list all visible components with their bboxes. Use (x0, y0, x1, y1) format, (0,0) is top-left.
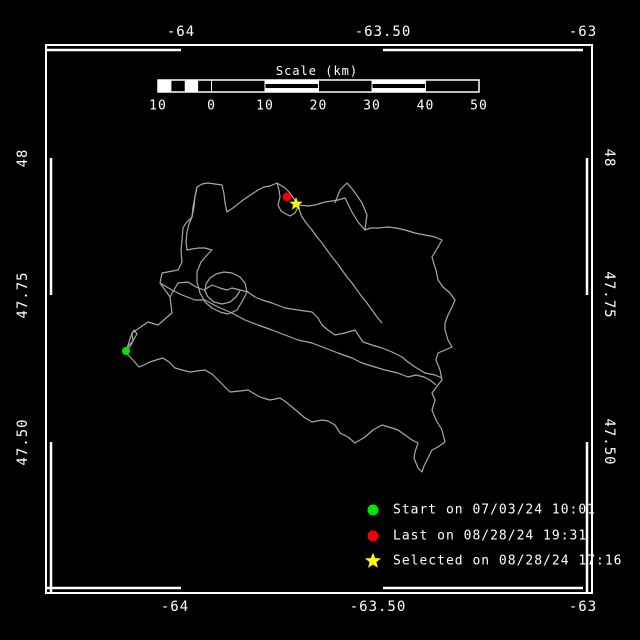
lat-label-right-48: 48 (601, 148, 617, 168)
scalebar-subcell (158, 80, 172, 92)
scalebar-tick-20: 20 (309, 98, 328, 114)
lon-label-bottom-64: -64 (160, 599, 190, 615)
lat-label-right-4750: 47.50 (601, 418, 617, 466)
scalebar-subcell (184, 80, 199, 92)
tracking-map-screen: -64 -63.50 -63 -64 -63.50 -63 48 47.75 4… (0, 0, 640, 640)
scalebar-tick-10: 10 (256, 98, 274, 114)
lat-label-left-4775: 47.75 (15, 271, 31, 319)
legend-marker-0 (367, 504, 379, 516)
lat-label-left-4750: 47.50 (15, 418, 31, 466)
legend-selected-label: Selected on 08/28/24 17:16 (393, 553, 623, 569)
map-canvas (45, 44, 593, 594)
track-line (334, 182, 368, 231)
scalebar-tick-10L: 10 (149, 98, 167, 114)
scalebar-tick-30: 30 (363, 98, 381, 114)
lon-label-bottom-63: -63 (568, 599, 598, 615)
legend-last-label: Last on 08/28/24 19:31 (393, 528, 588, 544)
lon-label-top-63: -63 (568, 24, 598, 40)
start-marker (122, 347, 130, 355)
track-line (159, 282, 437, 386)
selected-marker-star (289, 197, 303, 210)
last-marker (282, 192, 292, 202)
track-line (125, 182, 456, 473)
lon-label-top-64: -64 (166, 24, 196, 40)
track-line (169, 281, 443, 379)
lon-label-top-6350: -63.50 (354, 24, 412, 40)
track-line (185, 186, 248, 315)
legend-start-label: Start on 07/03/24 10:01 (393, 502, 597, 518)
legend-marker-1 (367, 530, 379, 542)
scalebar-tick-0: 0 (207, 98, 216, 114)
scalebar-tick-50: 50 (470, 98, 488, 114)
scalebar-segment-gap (372, 83, 426, 89)
scalebar-title: Scale (km) (275, 64, 359, 78)
lon-label-bottom-6350: -63.50 (349, 599, 407, 615)
legend-marker-2 (364, 552, 382, 568)
lat-label-right-4775: 47.75 (601, 271, 617, 319)
scalebar-segment-gap (265, 83, 319, 89)
scalebar-tick-40: 40 (416, 98, 435, 114)
lat-label-left-48: 48 (15, 148, 31, 168)
